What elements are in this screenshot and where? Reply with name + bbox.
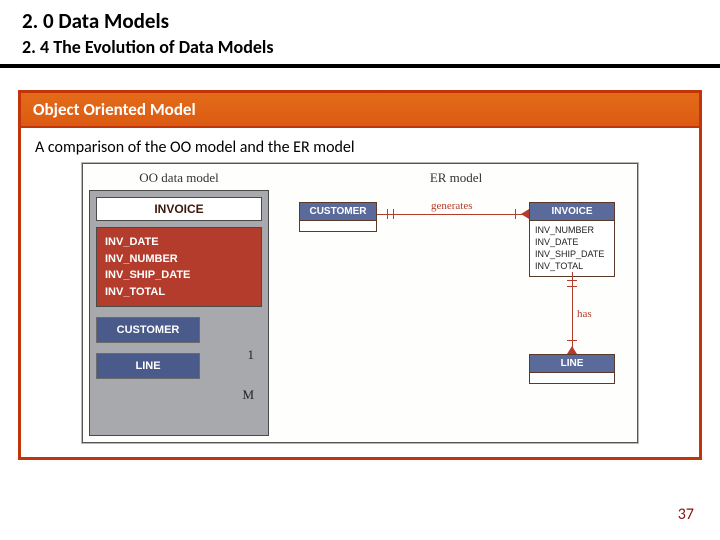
er-crowfoot-icon [567, 346, 577, 354]
er-line-title: LINE [530, 355, 614, 373]
er-panel: ER model CUSTOMER INVOICE INV_NUMBER INV… [275, 164, 637, 442]
er-crowfoot-icon [521, 209, 529, 219]
slide-subtitle: 2. 4 The Evolution of Data Models [0, 36, 720, 64]
er-cardinality-tick [567, 340, 577, 341]
er-invoice-title: INVOICE [530, 203, 614, 221]
er-cardinality-tick [393, 209, 394, 219]
page-number: 37 [678, 505, 694, 524]
er-cardinality-tick [567, 286, 577, 287]
divider [0, 64, 720, 68]
er-attr: INV_NUMBER [535, 224, 609, 236]
card-body: A comparison of the OO model and the ER … [21, 128, 699, 457]
er-line-box: LINE [529, 354, 615, 384]
er-attr: INV_TOTAL [535, 260, 609, 272]
oo-invoice-header: INVOICE [96, 197, 262, 221]
comparison-diagram: OO data model INVOICE INV_DATE INV_NUMBE… [82, 163, 638, 443]
er-rel-line [377, 214, 529, 215]
er-customer-box: CUSTOMER [299, 202, 377, 232]
er-line-body [530, 373, 614, 383]
oo-label: OO data model [89, 170, 269, 186]
comparison-caption: A comparison of the OO model and the ER … [35, 138, 685, 157]
er-attr: INV_SHIP_DATE [535, 248, 609, 260]
diagram-container: OO data model INVOICE INV_DATE INV_NUMBE… [35, 163, 685, 443]
content-card: Object Oriented Model A comparison of th… [18, 90, 702, 460]
er-cardinality-tick [387, 209, 388, 219]
oo-attr: INV_DATE [105, 234, 253, 251]
oo-multiplicity-one: 1 [248, 347, 255, 363]
er-rel-generates: generates [431, 200, 473, 212]
er-invoice-box: INVOICE INV_NUMBER INV_DATE INV_SHIP_DAT… [529, 202, 615, 277]
oo-attr-list: INV_DATE INV_NUMBER INV_SHIP_DATE INV_TO… [96, 227, 262, 307]
oo-attr: INV_SHIP_DATE [105, 267, 253, 284]
oo-customer-box: CUSTOMER [96, 317, 200, 343]
er-invoice-attrs: INV_NUMBER INV_DATE INV_SHIP_DATE INV_TO… [530, 221, 614, 276]
er-customer-title: CUSTOMER [300, 203, 376, 221]
er-cardinality-tick [567, 280, 577, 281]
oo-attr: INV_TOTAL [105, 284, 253, 301]
oo-multiplicity-many: M [242, 387, 254, 403]
er-attr: INV_DATE [535, 236, 609, 248]
er-rel-line [572, 272, 573, 354]
card-header: Object Oriented Model [21, 93, 699, 128]
er-cardinality-tick [515, 209, 516, 219]
oo-attr: INV_NUMBER [105, 251, 253, 268]
oo-line-box: LINE [96, 353, 200, 379]
slide-title: 2. 0 Data Models [0, 0, 720, 36]
oo-panel: OO data model INVOICE INV_DATE INV_NUMBE… [83, 164, 275, 442]
er-label: ER model [430, 170, 482, 186]
er-customer-body [300, 221, 376, 231]
er-rel-has: has [577, 308, 592, 320]
oo-outer-box: INVOICE INV_DATE INV_NUMBER INV_SHIP_DAT… [89, 190, 269, 436]
